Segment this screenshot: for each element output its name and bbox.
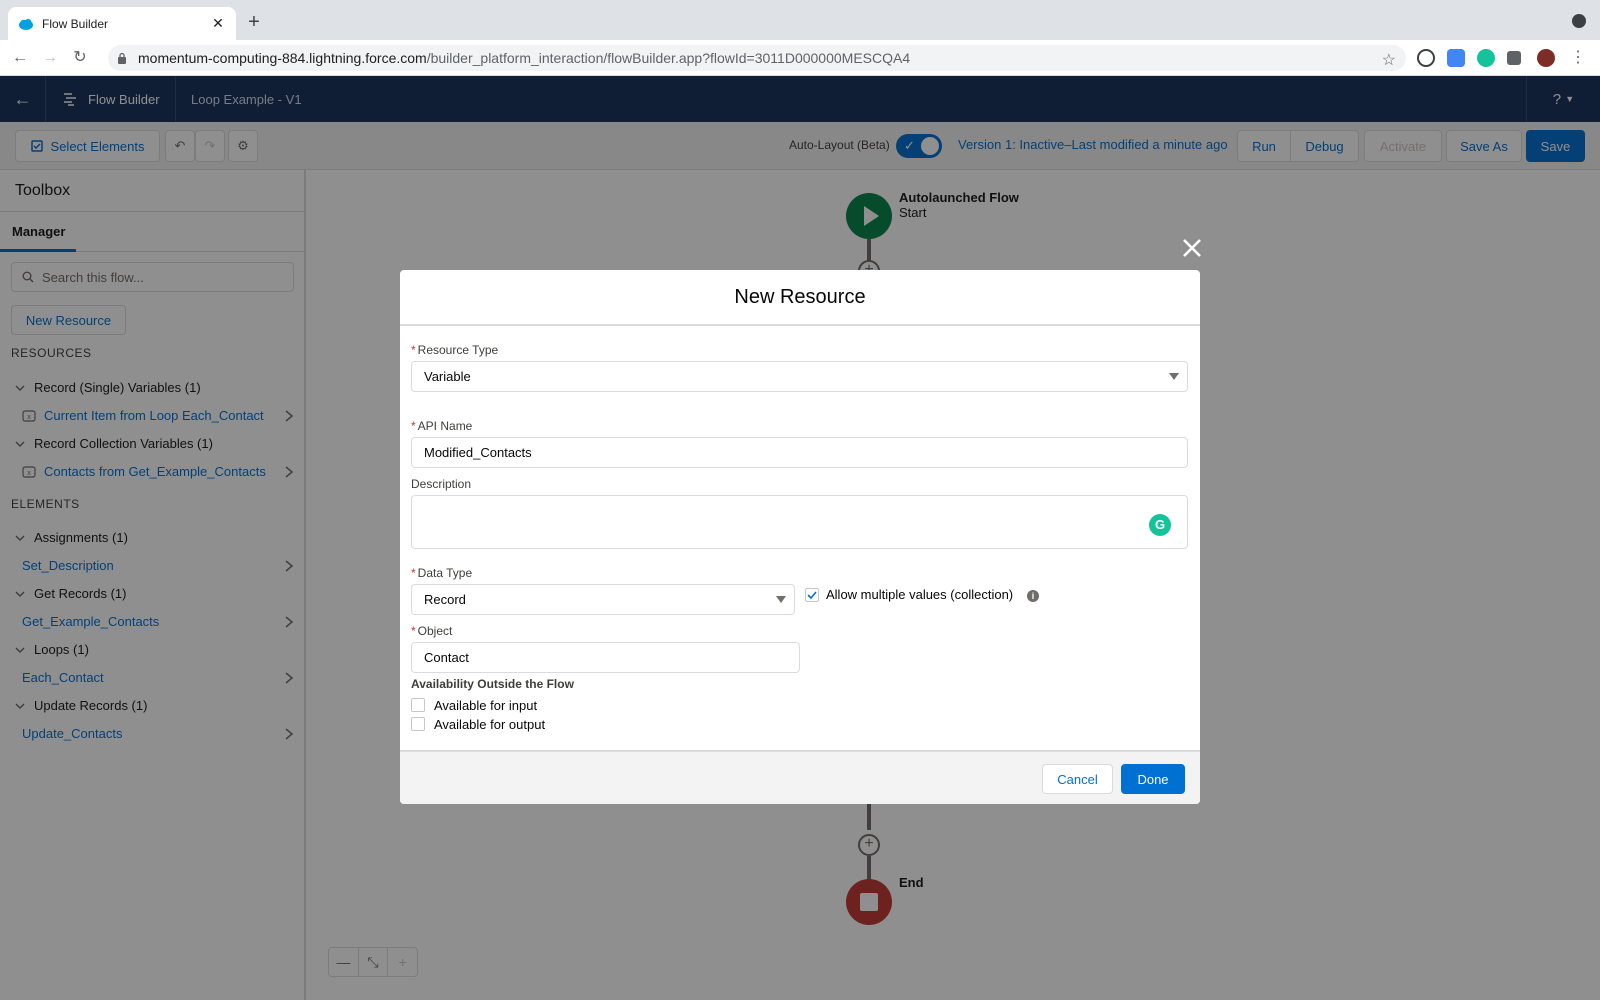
api-name-value: Modified_Contacts	[424, 445, 532, 460]
browser-tab-title: Flow Builder	[42, 16, 109, 31]
caret-down-icon	[1169, 373, 1179, 380]
availability-title: Availability Outside the Flow	[411, 677, 574, 691]
url-host: momentum-computing-884.lightning.force.c…	[138, 50, 427, 66]
browser-tabstrip: Flow Builder ✕ +	[0, 0, 1600, 40]
data-type-label-text: Data Type	[417, 566, 473, 580]
data-type-select[interactable]: Record	[411, 584, 795, 615]
available-input-label: Available for input	[434, 698, 538, 713]
data-type-value: Record	[424, 592, 466, 607]
bookmark-star-icon[interactable]: ☆	[1382, 50, 1396, 70]
object-value: Contact	[424, 650, 469, 665]
api-name-label: * API Name	[411, 419, 472, 433]
profile-avatar[interactable]	[1537, 49, 1555, 67]
check-icon	[807, 591, 817, 600]
done-button[interactable]: Done	[1121, 764, 1185, 794]
available-output-label: Available for output	[434, 717, 546, 732]
modal-footer: Cancel Done	[400, 750, 1200, 804]
api-name-label-text: API Name	[417, 419, 473, 433]
object-label-text: Object	[417, 624, 453, 638]
new-resource-modal: New Resource * Resource Type Variable * AP…	[400, 270, 1200, 804]
description-textarea[interactable]: G	[411, 495, 1188, 549]
required-mark: *	[411, 419, 416, 433]
required-mark: *	[411, 343, 416, 357]
resource-type-label-text: Resource Type	[417, 343, 499, 357]
extensions-puzzle-icon[interactable]	[1507, 51, 1521, 65]
browser-menu-icon[interactable]: ⋮	[1568, 48, 1588, 68]
allow-multiple-checkbox[interactable]	[805, 588, 819, 602]
available-input-checkbox[interactable]	[411, 698, 425, 712]
close-icon[interactable]	[1180, 236, 1204, 260]
description-label: Description	[411, 477, 472, 491]
modal-title: New Resource	[400, 270, 1200, 326]
caret-down-icon	[776, 596, 786, 603]
resource-type-label: * Resource Type	[411, 343, 498, 357]
salesforce-cloud-icon	[19, 18, 33, 30]
forward-arrow-icon[interactable]: →	[40, 48, 60, 68]
close-tab-icon[interactable]: ✕	[210, 15, 226, 32]
url-field[interactable]: momentum-computing-884.lightning.force.c…	[108, 45, 1406, 71]
browser-address-bar: ← → ↻ momentum-computing-884.lightning.f…	[0, 40, 1600, 76]
extension-search-icon[interactable]	[1447, 49, 1465, 67]
grammarly-icon[interactable]: G	[1149, 514, 1171, 536]
resource-type-select[interactable]: Variable	[411, 361, 1188, 392]
browser-tab[interactable]: Flow Builder ✕	[8, 7, 236, 40]
url-path: /builder_platform_interaction/flowBuilde…	[426, 50, 911, 66]
back-arrow-icon[interactable]: ←	[10, 48, 30, 68]
object-input[interactable]: Contact	[411, 642, 800, 673]
password-manager-icon[interactable]	[1417, 49, 1435, 67]
api-name-input[interactable]: Modified_Contacts	[411, 437, 1188, 468]
cancel-button[interactable]: Cancel	[1042, 764, 1113, 794]
required-mark: *	[411, 624, 416, 638]
data-type-label: * Data Type	[411, 566, 472, 580]
allow-multiple-label: Allow multiple values (collection)	[826, 587, 1014, 602]
tab-search-icon[interactable]	[1572, 14, 1586, 28]
available-output-checkbox[interactable]	[411, 717, 425, 731]
object-label: * Object	[411, 624, 452, 638]
grammarly-icon[interactable]	[1477, 49, 1495, 67]
new-tab-icon[interactable]: +	[244, 11, 264, 34]
resource-type-value: Variable	[424, 369, 471, 384]
reload-icon[interactable]: ↻	[70, 48, 90, 68]
lock-icon	[118, 52, 126, 64]
info-icon[interactable]: i	[1027, 590, 1039, 602]
required-mark: *	[411, 566, 416, 580]
